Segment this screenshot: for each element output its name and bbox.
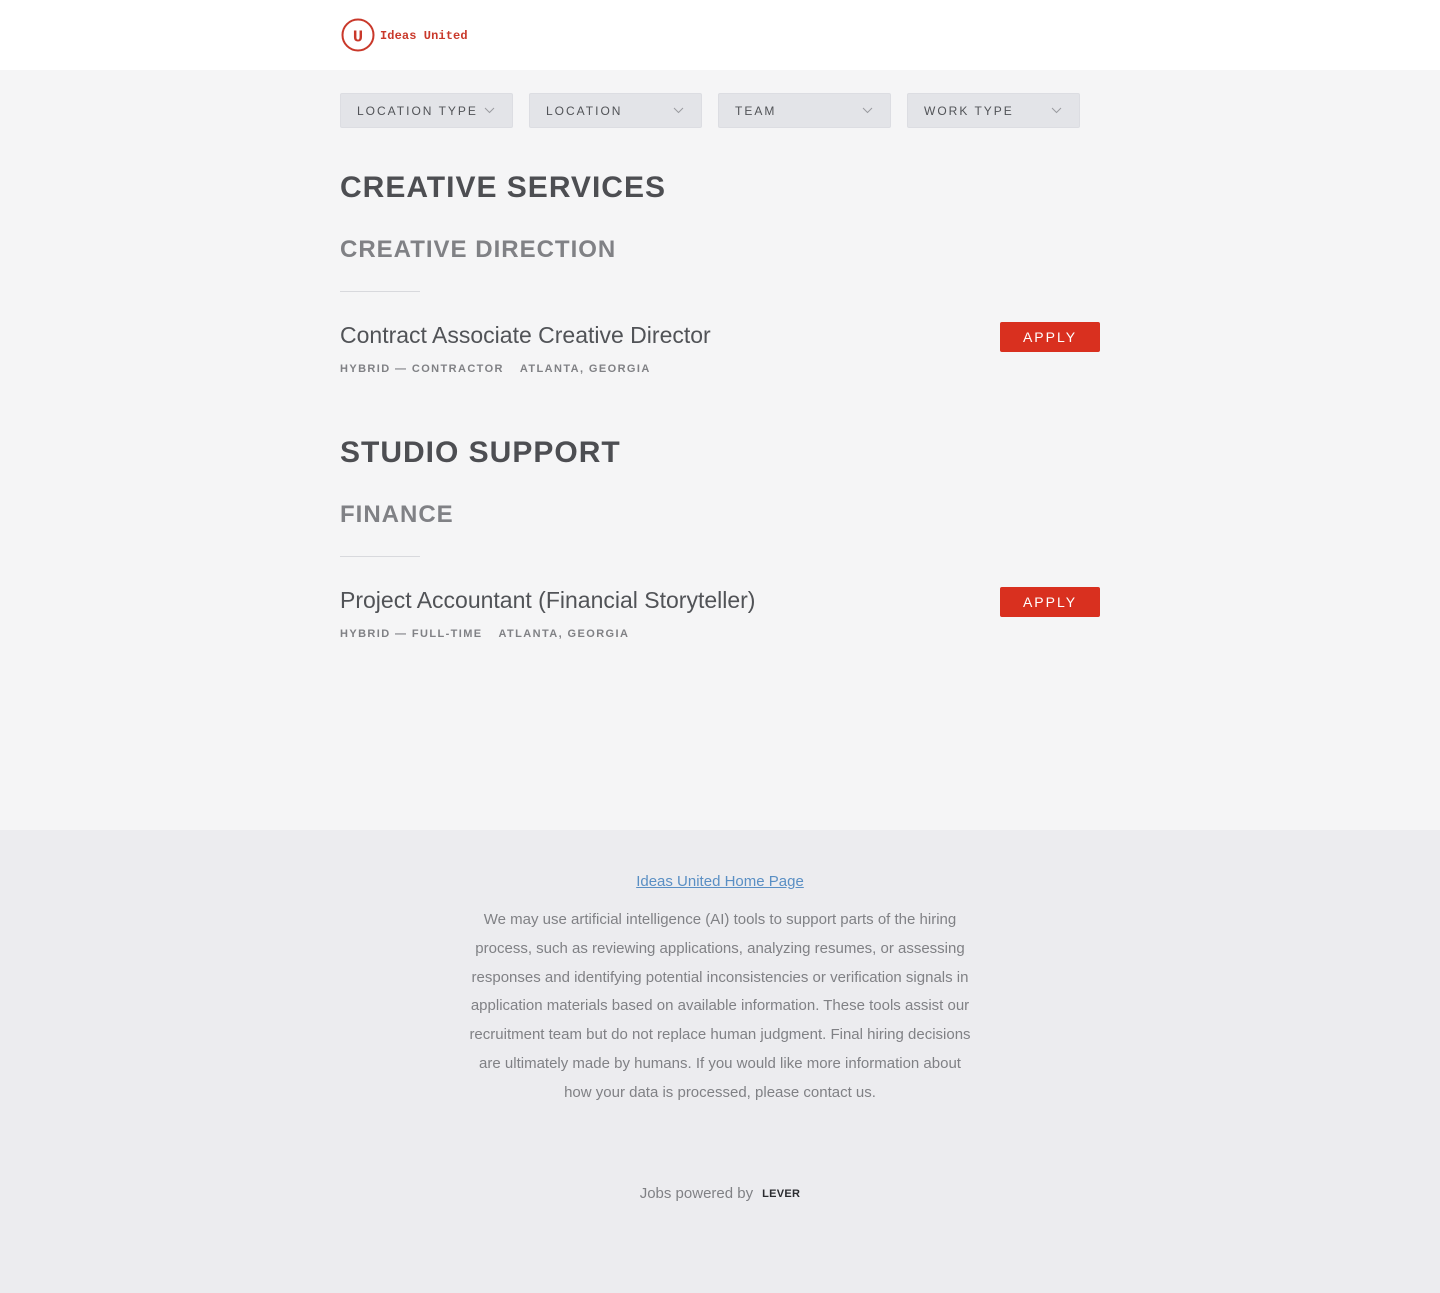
powered-by: Jobs powered by LEVER	[0, 1185, 1440, 1202]
chevron-down-icon	[484, 107, 495, 114]
subteam-heading-finance: FINANCE	[340, 501, 454, 528]
page-footer: Ideas United Home Page We may use artifi…	[0, 830, 1440, 1293]
chevron-down-icon	[673, 107, 684, 114]
posting-location: ATLANTA, GEORGIA	[519, 363, 651, 375]
posting-title-link[interactable]: Project Accountant (Financial Storytelle…	[340, 587, 755, 614]
filter-label: WORK TYPE	[924, 103, 1014, 118]
section-divider	[340, 556, 420, 557]
lever-logo-link[interactable]: LEVER	[762, 1188, 800, 1200]
team-heading-creative-services: CREATIVE SERVICES	[340, 171, 666, 204]
filter-bar: LOCATION TYPE LOCATION TEAM WORK TYPE	[340, 93, 1096, 128]
powered-by-text: Jobs powered by	[639, 1185, 754, 1202]
filter-label: LOCATION TYPE	[357, 103, 478, 118]
filter-label: LOCATION	[546, 103, 623, 118]
filter-team[interactable]: TEAM	[718, 93, 891, 128]
subteam-heading-creative-direction: CREATIVE DIRECTION	[340, 236, 617, 263]
ai-disclaimer-text: We may use artificial intelligence (AI) …	[469, 911, 971, 1101]
posting-commitment: HYBRID — CONTRACTOR	[340, 363, 504, 375]
filter-location[interactable]: LOCATION	[529, 93, 702, 128]
apply-button[interactable]: APPLY	[1000, 322, 1100, 352]
team-heading-studio-support: STUDIO SUPPORT	[340, 436, 621, 469]
company-logo[interactable]: U Ideas United	[341, 18, 468, 52]
posting-meta: HYBRID — FULL-TIME ATLANTA, GEORGIA	[340, 628, 629, 640]
apply-button[interactable]: APPLY	[1000, 587, 1100, 617]
company-home-link[interactable]: Ideas United Home Page	[0, 873, 1440, 890]
chevron-down-icon	[862, 107, 873, 114]
filter-work-type[interactable]: WORK TYPE	[907, 93, 1080, 128]
filter-location-type[interactable]: LOCATION TYPE	[340, 93, 513, 128]
logo-mark-letter: U	[353, 29, 363, 48]
posting-commitment: HYBRID — FULL-TIME	[340, 628, 483, 640]
filter-label: TEAM	[735, 103, 777, 118]
section-divider	[340, 291, 420, 292]
posting-title-link[interactable]: Contract Associate Creative Director	[340, 322, 711, 349]
posting-meta: HYBRID — CONTRACTOR ATLANTA, GEORGIA	[340, 363, 651, 375]
page-header: U Ideas United	[0, 0, 1440, 70]
ideas-united-logo-icon: U	[341, 18, 375, 52]
posting-location: ATLANTA, GEORGIA	[498, 628, 630, 640]
logo-text: Ideas United	[380, 28, 468, 43]
chevron-down-icon	[1051, 107, 1062, 114]
